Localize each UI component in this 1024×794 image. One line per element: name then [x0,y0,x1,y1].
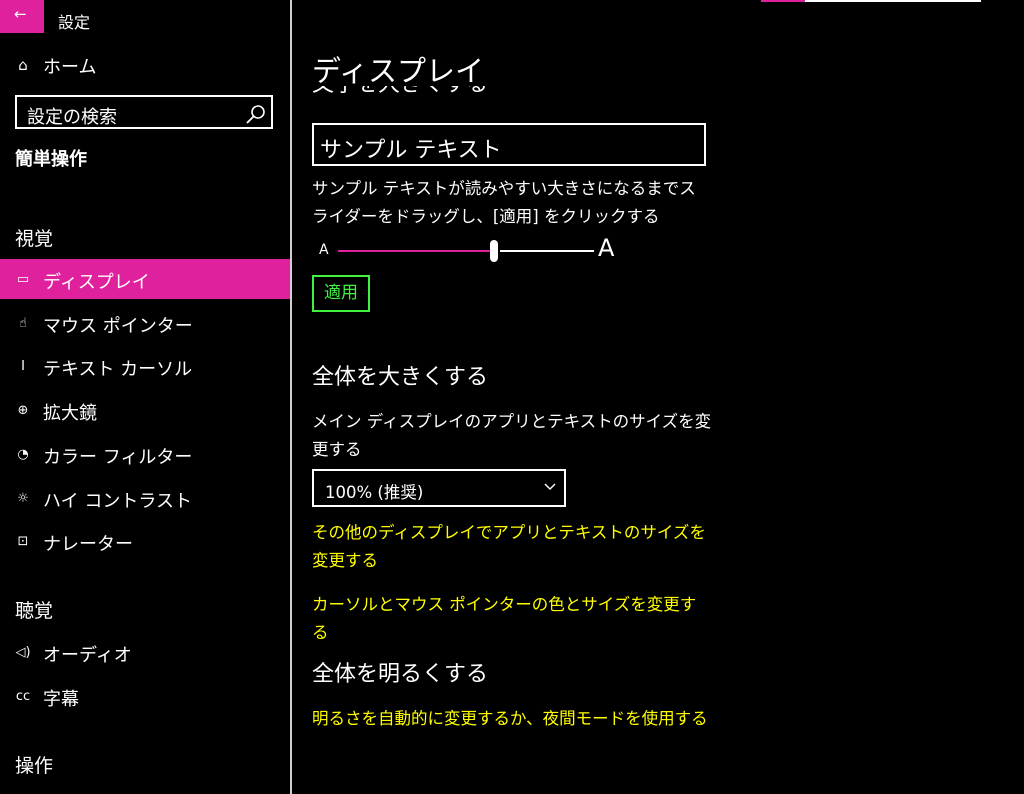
sidebar-item-label: 拡大鏡 [43,403,97,425]
sidebar-item-display[interactable]: ▭ ディスプレイ [0,259,290,299]
section-hearing: 聴覚 [15,600,54,622]
heading-make-everything-brighter: 全体を明るくする [312,662,489,687]
mouse-pointer-icon: ☝ [19,315,27,331]
clipped-heading-text: 文字を大きくする [312,86,488,97]
sidebar-item-label: ディスプレイ [43,272,150,293]
section-vision: 視覚 [15,228,54,250]
back-button[interactable]: ← [0,0,44,33]
sidebar-item-narrator[interactable]: ⊡ ナレーター [0,521,290,561]
sidebar-item-text-cursor[interactable]: I テキスト カーソル [0,346,290,386]
scale-dropdown[interactable]: 100% (推奨) [312,469,566,507]
high-contrast-icon: ☼ [17,490,29,506]
color-filter-icon: ◔ [17,446,29,462]
slider-thumb[interactable] [490,240,498,262]
slider-small-label: A [319,242,329,258]
sidebar-item-magnifier[interactable]: ⊕ 拡大鏡 [0,390,290,430]
slider-large-label: A [598,234,615,262]
sidebar-item-label: テキスト カーソル [43,359,193,381]
home-icon: ⌂ [18,56,28,74]
display-icon: ▭ [16,272,30,287]
back-arrow-icon: ← [14,5,27,23]
sidebar-item-label: 字幕 [43,688,79,710]
search-placeholder: 設定の検索 [27,107,117,128]
text-size-slider[interactable] [338,240,594,262]
top-scroll-edge-highlight [761,0,805,2]
nav-home[interactable]: ⌂ ホーム [0,48,290,82]
search-input[interactable]: 設定の検索 [15,95,273,129]
app-title: 設定 [58,13,91,32]
sidebar-item-label: オーディオ [43,645,132,666]
scale-description: メイン ディスプレイのアプリとテキストのサイズを変更する [312,412,712,459]
slider-track-empty [500,250,594,252]
nav-home-label: ホーム [43,57,97,78]
sidebar-item-audio[interactable]: ◁) オーディオ [0,632,290,672]
navigation-pane: ← 設定 ⌂ ホーム 設定の検索 簡単操作 視覚 ▭ ディスプレイ ☝ マウス ポイン… [0,0,290,794]
search-icon [246,105,265,124]
section-interaction: 操作 [15,755,54,777]
slider-track-filled [338,250,492,252]
clipped-heading: 文字を大きくする [312,86,612,98]
audio-icon: ◁) [15,645,31,660]
sidebar-item-mouse-pointer[interactable]: ☝ マウス ポインター [0,303,290,343]
heading-make-everything-bigger: 全体を大きくする [312,365,489,390]
sidebar-item-captions[interactable]: cc 字幕 [0,676,290,716]
sidebar-item-label: ハイ コントラスト [43,490,193,512]
sidebar-item-label: マウス ポインター [43,315,193,337]
scale-dropdown-value: 100% (推奨) [325,483,424,502]
link-cursor-pointer[interactable]: カーソルとマウス ポインターの色とサイズを変更する [312,591,712,647]
sample-text-box: サンプル テキスト [312,123,706,166]
slider-description: サンプル テキストが読みやすい大きさになるまでスライダーをドラッグし、[適用] … [312,179,696,226]
narrator-icon: ⊡ [17,534,29,550]
sample-text: サンプル テキスト [320,138,502,163]
apply-button[interactable]: 適用 [312,275,370,312]
sidebar-item-color-filter[interactable]: ◔ カラー フィルター [0,434,290,474]
pane-divider [290,0,292,794]
category-title: 簡単操作 [15,149,87,170]
page-title: ディスプレイ [312,54,484,88]
sidebar-item-label: カラー フィルター [43,446,193,468]
chevron-down-icon [544,483,556,490]
link-brightness[interactable]: 明るさを自動的に変更するか、夜間モードを使用する [312,705,712,733]
text-cursor-icon: I [21,359,25,375]
sidebar-item-high-contrast[interactable]: ☼ ハイ コントラスト [0,478,290,518]
magnifier-icon: ⊕ [17,403,29,419]
sidebar-item-label: ナレーター [43,534,133,556]
captions-icon: cc [15,688,31,704]
link-other-displays[interactable]: その他のディスプレイでアプリとテキストのサイズを変更する [312,519,712,575]
